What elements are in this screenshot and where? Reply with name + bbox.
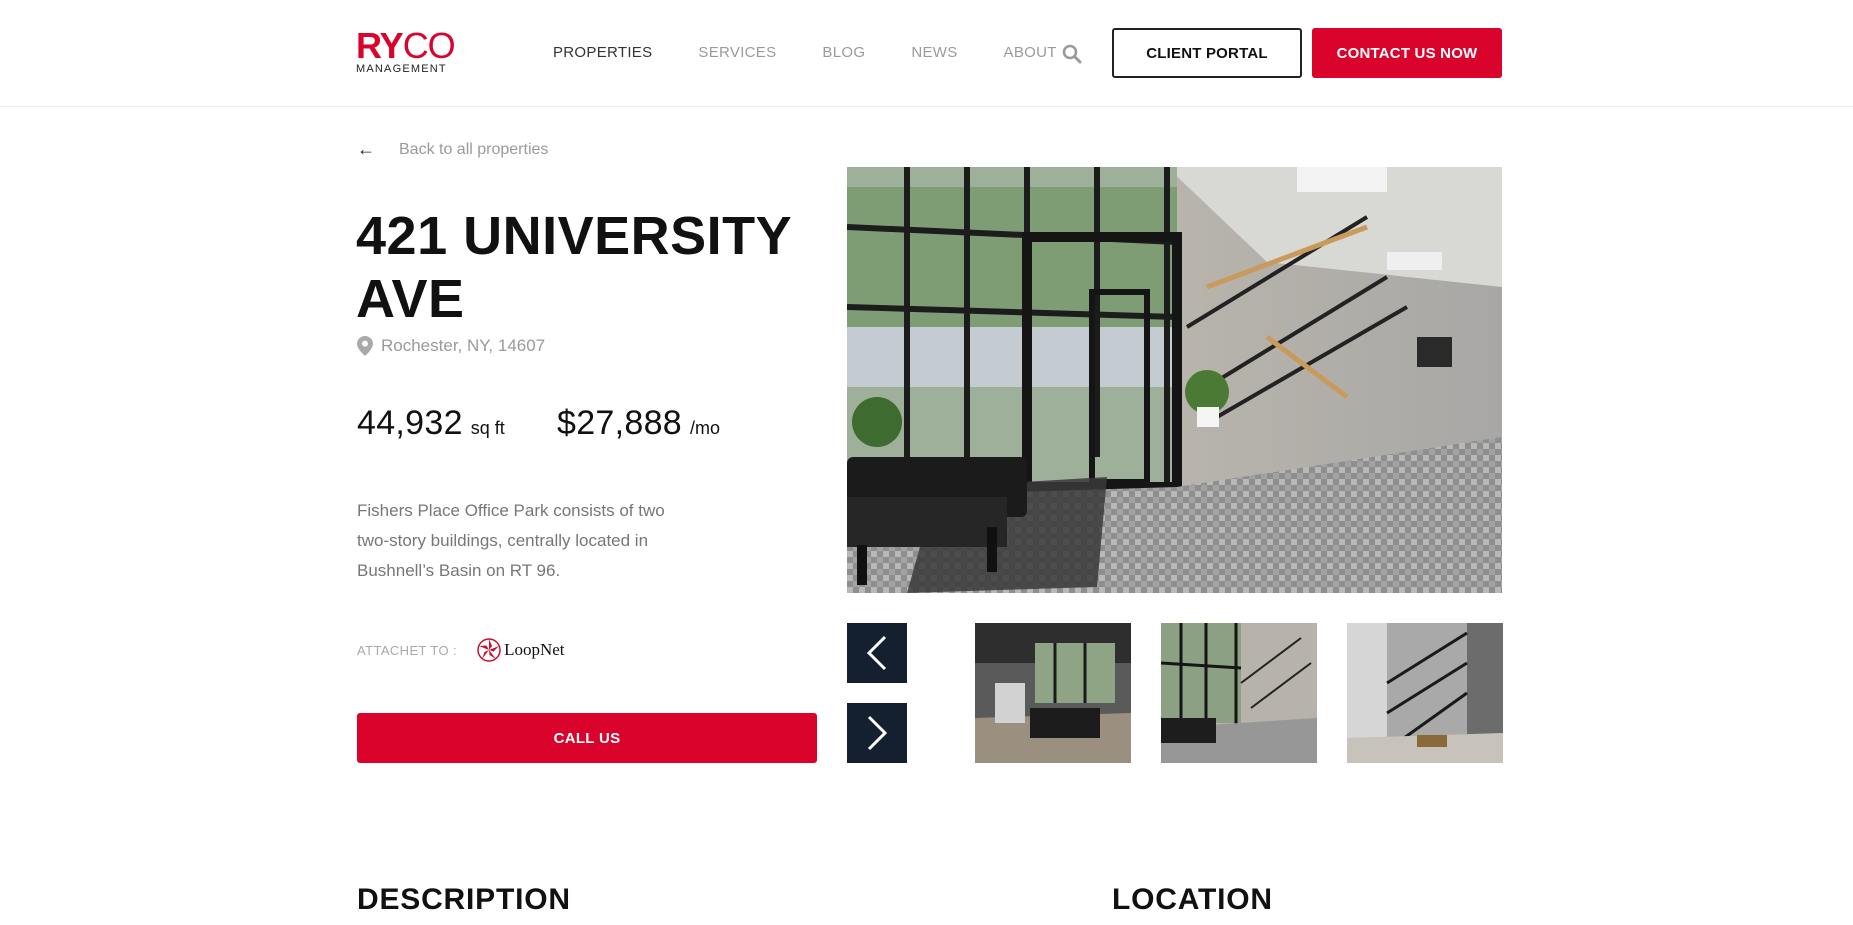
arrow-left-icon: ← [357,139,375,159]
back-link-label: Back to all properties [399,140,549,158]
gallery-thumbnail[interactable] [975,623,1131,763]
gallery-thumbnail[interactable] [1161,623,1317,763]
attached-to-label: ATTACHET TO : [357,642,458,658]
gallery-prev-button[interactable] [847,623,907,683]
gallery-next-button[interactable] [847,703,907,763]
area-stat: 44,932 sq ft [357,404,505,443]
price-value: $27,888 [557,404,683,442]
gallery-thumbnail[interactable] [1347,623,1503,763]
atrium-thumbnail-image [1347,623,1503,763]
dining-room-thumbnail-image [975,623,1131,763]
area-value: 44,932 [357,404,463,442]
call-us-button[interactable]: CALL US [357,713,817,763]
nav-item-properties[interactable]: PROPERTIES [553,44,652,62]
loopnet-name: LoopNet [504,640,565,659]
chevron-left-icon [866,635,887,671]
map-pin-icon [357,336,373,356]
price-unit: /mo [690,418,721,438]
property-address: Rochester, NY, 14607 [357,336,545,356]
main-nav: PROPERTIES SERVICES BLOG NEWS ABOUT [553,44,1103,62]
nav-item-blog[interactable]: BLOG [822,44,865,62]
price-stat: $27,888 /mo [557,404,720,443]
description-heading: DESCRIPTION [357,883,571,916]
attached-to: ATTACHET TO : LoopNet [357,638,565,662]
property-summary: Fishers Place Office Park consists of tw… [357,501,665,580]
loopnet-logo-icon [477,638,501,662]
search-icon[interactable] [1062,44,1082,64]
address-text: Rochester, NY, 14607 [381,336,546,355]
nav-item-services[interactable]: SERVICES [698,44,776,62]
nav-item-news[interactable]: NEWS [911,44,957,62]
loopnet-link[interactable]: LoopNet [477,638,565,662]
nav-item-about[interactable]: ABOUT [1004,44,1057,62]
property-title: 421 UNIVERSITY AVE [356,206,792,329]
location-heading: LOCATION [1112,883,1273,916]
site-header: RYCO MANAGEMENT PROPERTIES SERVICES BLOG… [0,0,1853,107]
contact-us-button[interactable]: CONTACT US NOW [1312,28,1502,78]
area-unit: sq ft [470,418,505,438]
back-link[interactable]: ← Back to all properties [357,139,548,160]
lobby-thumbnail-image [1161,623,1317,763]
chevron-right-icon [867,715,888,751]
main-property-photo[interactable] [847,167,1502,593]
client-portal-button[interactable]: CLIENT PORTAL [1112,28,1302,78]
lobby-photo-illustration [847,167,1502,593]
ryco-logo[interactable]: RYCO MANAGEMENT [356,28,456,76]
